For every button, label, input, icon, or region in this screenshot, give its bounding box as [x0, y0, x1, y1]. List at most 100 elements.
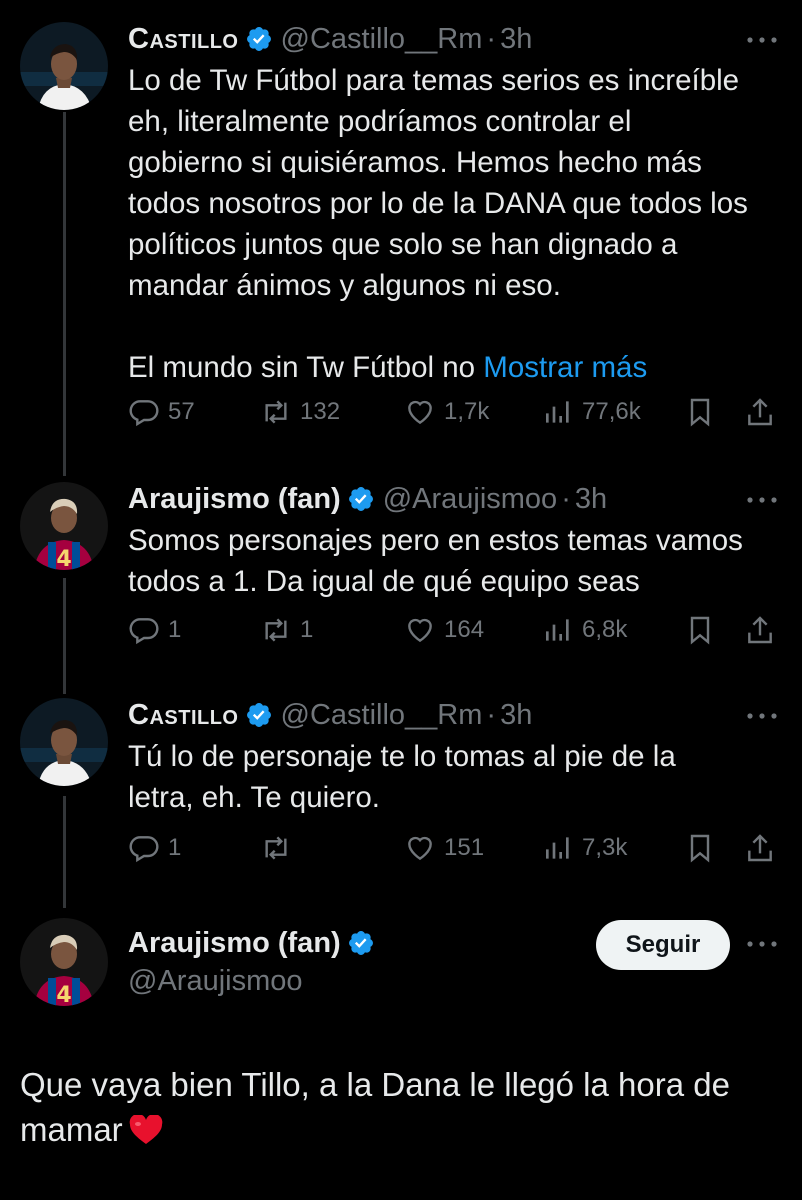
- verified-badge-icon: [245, 701, 273, 729]
- more-options-icon[interactable]: [744, 934, 780, 954]
- display-name[interactable]: Araujismo (fan): [128, 482, 341, 516]
- bookmark-button[interactable]: [684, 610, 716, 650]
- like-count: 164: [444, 616, 485, 643]
- main-tweet-text-line: Que vaya bien Tillo, a la Dana le llegó …: [20, 1066, 730, 1103]
- bookmark-icon: [690, 834, 710, 863]
- avatar[interactable]: 4: [20, 482, 108, 570]
- like-button[interactable]: 164: [404, 610, 484, 650]
- avatar[interactable]: 4: [20, 918, 108, 1006]
- more-options-icon[interactable]: [744, 30, 780, 50]
- share-button[interactable]: [744, 610, 776, 650]
- svg-text:4: 4: [56, 547, 71, 570]
- retweet-count: 1: [300, 616, 314, 643]
- tweet-header: Araujismo (fan) @Araujismoo · 3h: [128, 482, 607, 516]
- tweet-text-line: políticos juntos que solo se han dignado…: [128, 228, 678, 261]
- verified-badge-icon: [347, 485, 375, 513]
- heart-outline-icon: [408, 400, 432, 425]
- user-handle[interactable]: @Araujismoo: [128, 964, 303, 998]
- user-handle[interactable]: @Castillo__Rm: [281, 22, 483, 56]
- reply-icon: [129, 618, 159, 645]
- verified-badge-icon: [347, 929, 375, 957]
- display-name[interactable]: Araujismo (fan): [128, 926, 341, 960]
- tweet-header: Castillo @Castillo__Rm · 3h: [128, 698, 532, 732]
- main-tweet-text: Que vaya bien Tillo, a la Dana le llegó …: [20, 1062, 790, 1152]
- verified-badge-icon: [245, 25, 273, 53]
- tweet-actions: 1 151 7,3k: [128, 828, 788, 868]
- timestamp[interactable]: 3h: [500, 22, 532, 56]
- tweet-text: Tú lo de personaje te lo tomas al pie de…: [128, 736, 788, 818]
- tweet[interactable]: Castillo @Castillo__Rm · 3h Tú lo de per…: [0, 690, 802, 910]
- reply-icon: [129, 836, 159, 863]
- views-chart-icon: [546, 401, 569, 423]
- timestamp[interactable]: 3h: [500, 698, 532, 732]
- reply-button[interactable]: 1: [128, 828, 181, 868]
- tweet-handle-row: @Araujismoo: [128, 964, 303, 998]
- retweet-button[interactable]: [260, 828, 300, 868]
- retweet-button[interactable]: 132: [260, 392, 340, 432]
- follow-button[interactable]: Seguir: [596, 920, 730, 970]
- heart-outline-icon: [408, 836, 432, 861]
- views-button[interactable]: 7,3k: [542, 828, 627, 868]
- user-handle[interactable]: @Castillo__Rm: [281, 698, 483, 732]
- more-options-icon[interactable]: [744, 706, 780, 726]
- share-icon: [748, 834, 772, 862]
- views-count: 77,6k: [582, 398, 641, 425]
- tweet-text-tail: El mundo sin Tw Fútbol no: [128, 351, 484, 384]
- share-icon: [748, 398, 772, 426]
- reply-icon: [129, 400, 159, 427]
- retweet-icon: [265, 836, 287, 860]
- show-more-link[interactable]: Mostrar más: [483, 351, 647, 384]
- retweet-count: 132: [300, 398, 341, 425]
- bookmark-button[interactable]: [684, 828, 716, 868]
- bookmark-button[interactable]: [684, 392, 716, 432]
- tweet-text-line: gobierno si quisiéramos. Hemos hecho más: [128, 146, 702, 179]
- svg-text:4: 4: [56, 983, 71, 1006]
- red-heart-icon: [129, 1115, 163, 1145]
- avatar[interactable]: [20, 698, 108, 786]
- tweet-actions: 1 1 164 6,8k: [128, 610, 788, 650]
- timestamp[interactable]: 3h: [575, 482, 607, 516]
- views-chart-icon: [546, 619, 569, 641]
- reply-count: 1: [168, 616, 182, 643]
- separator-dot: ·: [561, 483, 571, 515]
- tweet-text-line: todos a 1. Da igual de qué equipo seas: [128, 565, 640, 598]
- share-button[interactable]: [744, 828, 776, 868]
- views-button[interactable]: 77,6k: [542, 392, 641, 432]
- avatar[interactable]: [20, 22, 108, 110]
- tweet-text-line: mandar ánimos y algunos ni eso.: [128, 269, 561, 302]
- tweet-actions: 57 132 1,7k 77,6k: [128, 392, 788, 432]
- views-button[interactable]: 6,8k: [542, 610, 627, 650]
- tweet-text: Somos personajes pero en estos temas vam…: [128, 520, 788, 602]
- tweet-text-line: Somos personajes pero en estos temas vam…: [128, 524, 743, 557]
- share-button[interactable]: [744, 392, 776, 432]
- like-button[interactable]: 151: [404, 828, 484, 868]
- tweet-header: Araujismo (fan): [128, 926, 383, 960]
- display-name[interactable]: Castillo: [128, 22, 239, 56]
- display-name[interactable]: Castillo: [128, 698, 239, 732]
- views-count: 7,3k: [582, 834, 628, 861]
- tweet-text-line: El mundo sin Tw Fútbol no Mostrar más: [128, 347, 788, 388]
- more-options-icon[interactable]: [744, 490, 780, 510]
- views-chart-icon: [546, 837, 569, 859]
- reply-button[interactable]: 57: [128, 392, 195, 432]
- tweet-text: Lo de Tw Fútbol para temas serios es inc…: [128, 60, 788, 388]
- main-tweet[interactable]: 4 Araujismo (fan) @Araujismoo Seguir: [0, 910, 802, 1200]
- like-count: 1,7k: [444, 398, 490, 425]
- retweet-icon: [265, 400, 287, 424]
- tweet-text-line: Tú lo de personaje te lo tomas al pie de…: [128, 740, 676, 773]
- tweet[interactable]: 4 Araujismo (fan) @Araujismoo · 3h Somos…: [0, 470, 802, 690]
- tweet-text-line: todos nosotros por lo de la DANA que tod…: [128, 187, 748, 220]
- retweet-button[interactable]: 1: [260, 610, 313, 650]
- retweet-icon: [265, 618, 287, 642]
- like-button[interactable]: 1,7k: [404, 392, 489, 432]
- like-count: 151: [444, 834, 485, 861]
- bookmark-icon: [690, 398, 710, 427]
- separator-dot: ·: [486, 699, 497, 731]
- reply-count: 1: [168, 834, 182, 861]
- tweet[interactable]: Castillo @Castillo__Rm · 3h Lo de Tw Fút…: [0, 0, 802, 470]
- user-handle[interactable]: @Araujismoo: [383, 482, 558, 516]
- tweet-text-line: Lo de Tw Fútbol para temas serios es inc…: [128, 64, 740, 97]
- reply-button[interactable]: 1: [128, 610, 181, 650]
- tweet-text-line: eh, literalmente podríamos controlar el: [128, 105, 632, 138]
